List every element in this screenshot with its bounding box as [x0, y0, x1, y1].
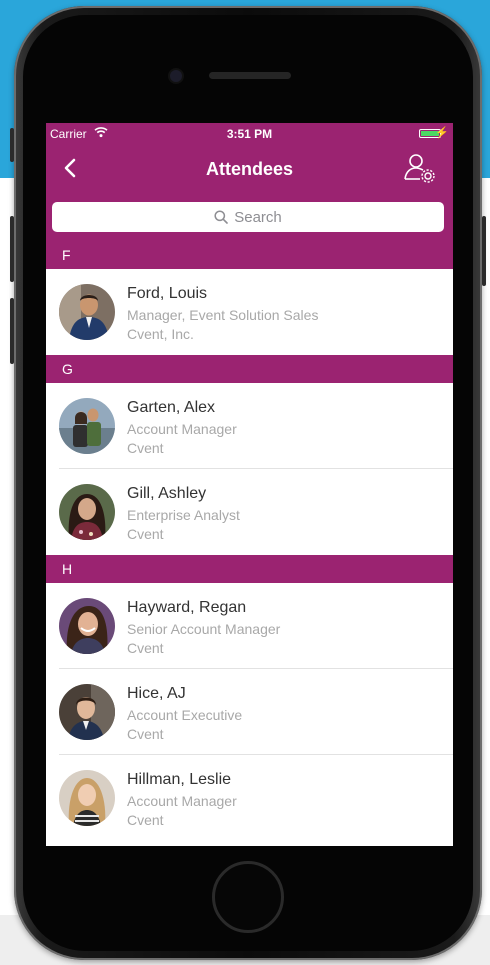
charging-icon: ⚡ — [435, 127, 449, 139]
power-button — [482, 216, 486, 286]
attendee-name: Hice, AJ — [127, 685, 186, 702]
attendee-name: Ford, Louis — [127, 285, 208, 302]
attendee-title: Manager, Event Solution Sales — [127, 307, 319, 323]
attendee-company: Cvent — [127, 812, 164, 828]
status-bar: Carrier 3:51 PM ⚡ — [46, 123, 453, 145]
attendee-name: Hillman, Leslie — [127, 771, 232, 788]
search-icon — [214, 210, 229, 224]
attendee-list: F Ford, Louis Manager, Event Solution Sa… — [46, 241, 453, 841]
attendee-title: Senior Account Manager — [127, 621, 281, 637]
front-camera — [170, 70, 182, 82]
attendee-name: Gill, Ashley — [127, 485, 207, 502]
attendee-name: Garten, Alex — [127, 399, 216, 416]
attendee-title: Account Executive — [127, 707, 243, 723]
attendee-title: Enterprise Analyst — [127, 507, 240, 523]
search-bar: Search — [46, 193, 453, 241]
earpiece-speaker — [209, 72, 291, 79]
user-settings-icon[interactable] — [403, 152, 437, 186]
avatar — [59, 598, 115, 654]
avatar — [59, 284, 115, 340]
navigation-bar: Attendees — [46, 145, 453, 193]
attendee-row[interactable]: Garten, Alex Account Manager Cvent — [46, 383, 453, 469]
attendee-company: Cvent — [127, 440, 164, 456]
attendee-row[interactable]: Gill, Ashley Enterprise Analyst Cvent — [46, 469, 453, 555]
volume-down-button — [10, 298, 14, 364]
app-screen: Carrier 3:51 PM ⚡ Attendees Search F For… — [46, 123, 453, 846]
attendee-row[interactable]: Hice, AJ Account Executive Cvent — [46, 669, 453, 755]
attendee-company: Cvent — [127, 640, 164, 656]
attendee-row[interactable]: Hillman, Leslie Account Manager Cvent — [46, 755, 453, 841]
section-header-g: G — [46, 355, 453, 383]
attendee-title: Account Manager — [127, 793, 237, 809]
attendee-title: Account Manager — [127, 421, 237, 437]
attendee-name: Hayward, Regan — [127, 599, 247, 616]
mute-switch — [10, 128, 14, 162]
volume-up-button — [10, 216, 14, 282]
avatar — [59, 684, 115, 740]
attendee-company: Cvent, Inc. — [127, 326, 194, 342]
avatar — [59, 484, 115, 540]
avatar — [59, 398, 115, 454]
attendee-row[interactable]: Ford, Louis Manager, Event Solution Sale… — [46, 269, 453, 355]
search-placeholder: Search — [234, 208, 282, 226]
status-time: 3:51 PM — [226, 127, 273, 141]
avatar — [59, 770, 115, 826]
search-input[interactable]: Search — [52, 202, 444, 232]
section-header-f: F — [46, 241, 453, 269]
attendee-row[interactable]: Hayward, Regan Senior Account Manager Cv… — [46, 583, 453, 669]
attendee-company: Cvent — [127, 526, 164, 542]
page-title: Attendees — [205, 159, 294, 179]
section-header-h: H — [46, 555, 453, 583]
home-button[interactable] — [212, 861, 284, 933]
attendee-company: Cvent — [127, 726, 164, 742]
